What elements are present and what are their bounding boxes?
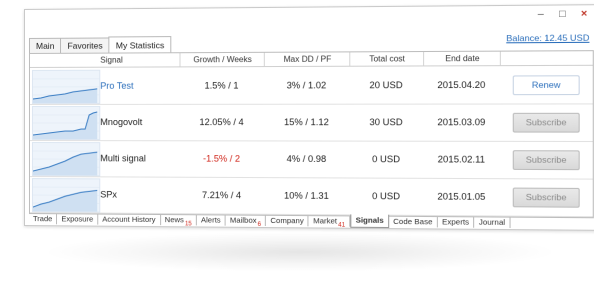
tab-label: Alerts [200, 215, 221, 225]
sparkline-svg [32, 186, 99, 211]
signal-name: SPx [100, 189, 117, 200]
renew-button[interactable]: Renew [512, 75, 580, 96]
tab-label: News [164, 215, 184, 225]
tab-market[interactable]: Market41 [308, 215, 351, 229]
subscribe-button[interactable]: Subscribe [512, 150, 580, 171]
tab-favorites[interactable]: Favorites [60, 37, 110, 53]
total-cost: 0 USD [372, 190, 401, 202]
sparkline-area [32, 151, 97, 175]
tab-code-base[interactable]: Code Base [388, 215, 438, 228]
sparkline-area [32, 189, 97, 211]
tab-signals[interactable]: Signals [350, 214, 389, 229]
sparkline-svg [32, 110, 99, 139]
end-date: 2015.01.05 [437, 191, 486, 202]
tab-label: Experts [442, 217, 470, 227]
close-icon[interactable]: × [576, 7, 591, 22]
end-date: 2015.04.20 [437, 79, 486, 91]
sparkline-area [32, 88, 97, 103]
bottom-tabs: Trade Exposure Account History News15 Alerts… [28, 213, 511, 229]
end-date: 2015.02.11 [437, 154, 486, 165]
growth-weeks: 1.5% / 1 [204, 80, 239, 91]
signal-name[interactable]: Pro Test [100, 67, 179, 104]
header-growth: Growth / Weeks [179, 52, 265, 67]
window-controls: – □ × [533, 7, 591, 22]
end-date: 2015.03.09 [437, 116, 486, 128]
tab-label: Journal [478, 217, 506, 227]
tab-label: Company [270, 215, 304, 226]
tab-company[interactable]: Company [266, 214, 309, 227]
sparkline-area [32, 111, 97, 139]
subscribe-button[interactable]: Subscribe [512, 112, 580, 133]
signal-sparkline [31, 178, 101, 213]
minimize-icon[interactable]: – [533, 8, 548, 23]
growth-weeks: 12.05% / 4 [199, 116, 244, 128]
total-cost: 20 USD [369, 79, 403, 91]
signal-name: Multi signal [100, 153, 146, 164]
signal-sparkline [31, 69, 101, 104]
header-end-date: End date [423, 51, 501, 66]
tab-exposure[interactable]: Exposure [57, 213, 99, 225]
max-dd-pf: 15% / 1.12 [284, 116, 329, 128]
tab-label: Mailbox [229, 215, 257, 225]
tab-main[interactable]: Main [28, 37, 62, 53]
header-cost: Total cost [349, 52, 425, 66]
tab-news[interactable]: News15 [160, 214, 197, 227]
tab-label: Account History [102, 214, 156, 225]
header-action [499, 51, 594, 66]
max-dd-pf: 3% / 1.02 [286, 80, 327, 91]
tab-my-statistics[interactable]: My Statistics [108, 36, 172, 54]
sparkline-svg [32, 78, 99, 103]
total-cost: 30 USD [369, 116, 403, 128]
statistics-panel: Signal Growth / Weeks Max DD / PF Total … [28, 50, 594, 219]
tab-journal[interactable]: Journal [474, 216, 511, 229]
title-bar: – □ × [25, 5, 594, 30]
window-shadow [40, 232, 560, 272]
tab-label: Exposure [61, 214, 94, 224]
header-dd: Max DD / PF [263, 52, 351, 67]
table-row: Multi signal -1.5% / 2 4% / 0.98 0 USD 2015.… [29, 140, 593, 180]
signal-name: Mnogovolt [100, 116, 143, 128]
tab-label: Trade [32, 214, 53, 224]
max-dd-pf: 10% / 1.31 [284, 190, 329, 201]
table-row: Mnogovolt 12.05% / 4 15% / 1.12 30 USD 2015.… [29, 103, 593, 143]
count-badge: 6 [257, 221, 262, 228]
tab-trade[interactable]: Trade [28, 213, 58, 225]
table-row: Pro Test 1.5% / 1 3% / 1.02 20 USD 2015.04.2… [29, 65, 593, 105]
tab-alerts[interactable]: Alerts [196, 214, 226, 226]
tab-label: Code Base [393, 216, 433, 227]
tab-mailbox[interactable]: Mailbox6 [225, 214, 267, 228]
tab-label: Signals [355, 215, 384, 225]
sparkline-svg [32, 150, 99, 175]
signal-sparkline [31, 105, 101, 141]
tab-experts[interactable]: Experts [437, 216, 475, 228]
top-tabs: Main Favorites My Statistics [28, 35, 172, 54]
total-cost: 0 USD [372, 153, 401, 165]
tab-account-history[interactable]: Account History [98, 213, 161, 226]
header-signal: Signal [100, 55, 123, 65]
table-row: SPx 7.21% / 4 10% / 1.31 0 USD 2015.01.05 Sub… [29, 176, 593, 218]
terminal-window: – □ × Main Favorites My Statistics Balance: … [24, 4, 594, 231]
count-badge: 15 [184, 220, 192, 227]
growth-weeks: 7.21% / 4 [201, 189, 242, 201]
signal-sparkline [31, 142, 101, 177]
balance-link[interactable]: Balance: 12.45 USD [506, 32, 589, 43]
count-badge: 41 [338, 221, 346, 229]
tab-label: Market [313, 216, 338, 226]
growth-weeks: -1.5% / 2 [203, 153, 241, 164]
max-dd-pf: 4% / 0.98 [286, 153, 327, 165]
maximize-icon[interactable]: □ [555, 8, 570, 23]
subscribe-button[interactable]: Subscribe [512, 187, 580, 208]
